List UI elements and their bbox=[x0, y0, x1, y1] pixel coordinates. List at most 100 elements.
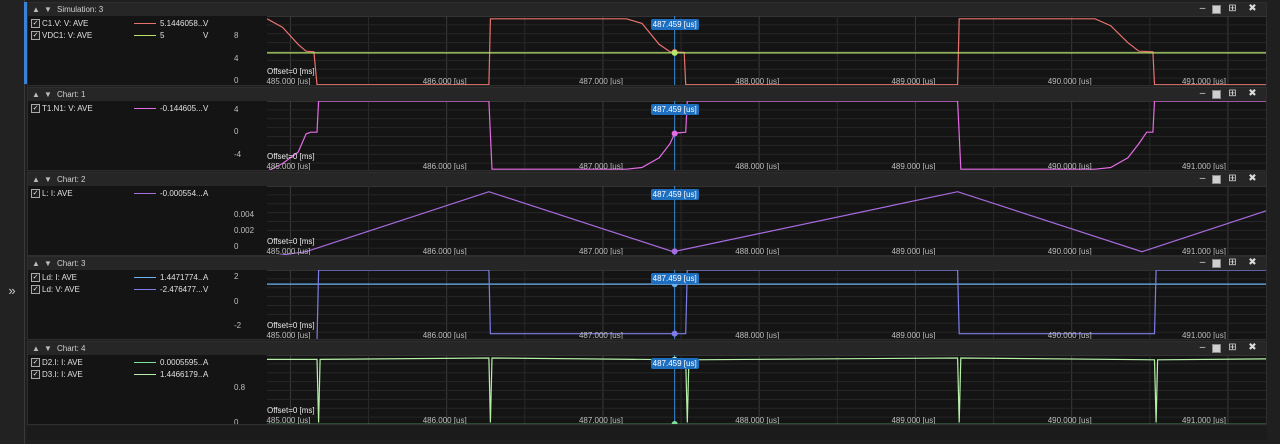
series-checkbox[interactable]: ✓ bbox=[31, 273, 40, 282]
legend-row: ✓ T1.N1: V: AVE -0.144605... V bbox=[31, 103, 236, 114]
minimize-icon[interactable]: – bbox=[1197, 258, 1208, 269]
y-tick-label: 0 bbox=[234, 417, 239, 425]
legend: ✓ T1.N1: V: AVE -0.144605... V bbox=[28, 101, 233, 170]
series-checkbox[interactable]: ✓ bbox=[31, 19, 40, 28]
series-swatch bbox=[134, 277, 156, 278]
series-checkbox[interactable]: ✓ bbox=[31, 104, 40, 113]
cursor-time-tag[interactable]: 487.459 [us] bbox=[650, 358, 699, 369]
series-name: D3.I: I: AVE bbox=[42, 370, 83, 379]
x-tick-label: 486.000 [us] bbox=[422, 247, 467, 256]
x-tick-label: 485.000 [us] bbox=[266, 416, 311, 425]
plot-area[interactable]: 487.459 [us] 485.000 [us] 486.000 [us] 487.… bbox=[266, 101, 1266, 171]
series-checkbox[interactable]: ✓ bbox=[31, 285, 40, 294]
series-value: -0.000554... bbox=[160, 189, 203, 198]
x-tick-label: 487.000 [us] bbox=[578, 162, 623, 171]
chart-panel-1: ▲ ▼ Chart: 1 – ⊞ ✖ ✓ T1.N1: V: AVE -0.14… bbox=[27, 87, 1267, 171]
collapse-down-icon[interactable]: ▼ bbox=[44, 5, 52, 14]
x-tick-label: 486.000 [us] bbox=[422, 416, 467, 425]
collapse-up-icon[interactable]: ▲ bbox=[32, 344, 40, 353]
collapse-up-icon[interactable]: ▲ bbox=[32, 5, 40, 14]
series-value: 5.1446058... bbox=[160, 19, 205, 28]
axis-settings-icon[interactable]: ⊞ bbox=[1227, 174, 1238, 185]
x-tick-label: 488.000 [us] bbox=[735, 416, 780, 425]
legend-row: ✓ C1.V: V: AVE 5.1446058... V bbox=[31, 18, 236, 29]
collapse-down-icon[interactable]: ▼ bbox=[44, 344, 52, 353]
cursor-marker bbox=[671, 330, 678, 337]
x-tick-label: 485.000 [us] bbox=[266, 247, 311, 256]
plot-svg bbox=[267, 270, 1266, 339]
panel-title: Chart: 3 bbox=[57, 259, 86, 268]
y-tick-label: 0.8 bbox=[234, 382, 246, 392]
plot-area[interactable]: 487.459 [us] 485.000 [us] 486.000 [us] 487.… bbox=[266, 186, 1266, 256]
minimize-icon[interactable]: – bbox=[1197, 89, 1208, 100]
collapse-down-icon[interactable]: ▼ bbox=[44, 90, 52, 99]
close-icon[interactable]: ✖ bbox=[1247, 89, 1258, 100]
legend-row: ✓ D3.I: I: AVE 1.4466179... A bbox=[31, 369, 236, 380]
series-unit: A bbox=[203, 189, 209, 198]
series-swatch bbox=[134, 374, 156, 375]
y-tick-label: 0 bbox=[234, 127, 239, 137]
double-chevron-right-icon[interactable]: » bbox=[5, 284, 19, 298]
panel-header: ▲ ▼ Chart: 4 – ⊞ ✖ bbox=[28, 342, 1266, 356]
series-name: VDC1: V: AVE bbox=[42, 31, 93, 40]
series-name: C1.V: V: AVE bbox=[42, 19, 89, 28]
y-tick-label: 0 bbox=[234, 296, 239, 306]
plot-svg bbox=[267, 16, 1266, 85]
minimize-icon[interactable]: – bbox=[1197, 343, 1208, 354]
cursor-time-tag[interactable]: 487.459 [us] bbox=[650, 104, 699, 115]
collapse-down-icon[interactable]: ▼ bbox=[44, 259, 52, 268]
series-checkbox[interactable]: ✓ bbox=[31, 358, 40, 367]
fit-view-icon[interactable] bbox=[1211, 343, 1222, 354]
legend: ✓ D2.I: I: AVE 0.0005595... A ✓ D3.I: I:… bbox=[28, 355, 233, 424]
x-tick-label: 487.000 [us] bbox=[578, 416, 623, 425]
fit-view-icon[interactable] bbox=[1211, 174, 1222, 185]
series-name: Ld: V: AVE bbox=[42, 285, 80, 294]
axis-settings-icon[interactable]: ⊞ bbox=[1227, 258, 1238, 269]
series-swatch bbox=[134, 23, 156, 24]
panel-header: ▲ ▼ Simulation: 3 – ⊞ ✖ bbox=[28, 3, 1266, 17]
collapse-down-icon[interactable]: ▼ bbox=[44, 175, 52, 184]
y-axis: 0.004 0.002 0 bbox=[233, 186, 267, 255]
left-dock-strip bbox=[0, 0, 25, 444]
fit-view-icon[interactable] bbox=[1211, 89, 1222, 100]
fit-view-icon[interactable] bbox=[1211, 4, 1222, 15]
x-tick-label: 488.000 [us] bbox=[735, 331, 780, 340]
panel-header: ▲ ▼ Chart: 2 – ⊞ ✖ bbox=[28, 173, 1266, 187]
cursor-time-tag[interactable]: 487.459 [us] bbox=[650, 19, 699, 30]
legend-row: ✓ D2.I: I: AVE 0.0005595... A bbox=[31, 357, 236, 368]
cursor-time-tag[interactable]: 487.459 [us] bbox=[650, 189, 699, 200]
axis-settings-icon[interactable]: ⊞ bbox=[1227, 343, 1238, 354]
series-unit: V bbox=[203, 104, 209, 113]
axis-settings-icon[interactable]: ⊞ bbox=[1227, 4, 1238, 15]
x-tick-label: 489.000 [us] bbox=[891, 416, 936, 425]
collapse-up-icon[interactable]: ▲ bbox=[32, 175, 40, 184]
minimize-icon[interactable]: – bbox=[1197, 174, 1208, 185]
collapse-up-icon[interactable]: ▲ bbox=[32, 90, 40, 99]
legend-row: ✓ Ld: V: AVE -2.476477... V bbox=[31, 284, 236, 295]
fit-view-icon[interactable] bbox=[1211, 258, 1222, 269]
minimize-icon[interactable]: – bbox=[1197, 4, 1208, 15]
legend-row: ✓ VDC1: V: AVE 5 V bbox=[31, 30, 236, 41]
series-unit: A bbox=[203, 273, 209, 282]
collapse-up-icon[interactable]: ▲ bbox=[32, 259, 40, 268]
series-checkbox[interactable]: ✓ bbox=[31, 31, 40, 40]
panel-title: Simulation: 3 bbox=[57, 5, 104, 14]
horizontal-scroll-area[interactable] bbox=[27, 426, 1267, 440]
series-checkbox[interactable]: ✓ bbox=[31, 189, 40, 198]
series-name: T1.N1: V: AVE bbox=[42, 104, 93, 113]
plot-area[interactable]: 487.459 [us] 485.000 [us] 486.000 [us] 487.… bbox=[266, 270, 1266, 340]
plot-area[interactable]: 487.459 [us] 485.000 [us] 486.000 [us] 487.… bbox=[266, 355, 1266, 425]
close-icon[interactable]: ✖ bbox=[1247, 343, 1258, 354]
axis-settings-icon[interactable]: ⊞ bbox=[1227, 89, 1238, 100]
close-icon[interactable]: ✖ bbox=[1247, 258, 1258, 269]
plot-area[interactable]: 487.459 [us] 485.000 [us] 486.000 [us] 487.… bbox=[266, 16, 1266, 85]
y-axis: 0.8 0 bbox=[233, 355, 267, 424]
panel-title: Chart: 4 bbox=[57, 344, 86, 353]
cursor-time-tag[interactable]: 487.459 [us] bbox=[650, 273, 699, 284]
close-icon[interactable]: ✖ bbox=[1247, 174, 1258, 185]
series-checkbox[interactable]: ✓ bbox=[31, 370, 40, 379]
series-unit: V bbox=[203, 285, 209, 294]
close-icon[interactable]: ✖ bbox=[1247, 4, 1258, 15]
offset-label: Offset=0 [ms] bbox=[267, 152, 315, 161]
series-value: 0.0005595... bbox=[160, 358, 205, 367]
